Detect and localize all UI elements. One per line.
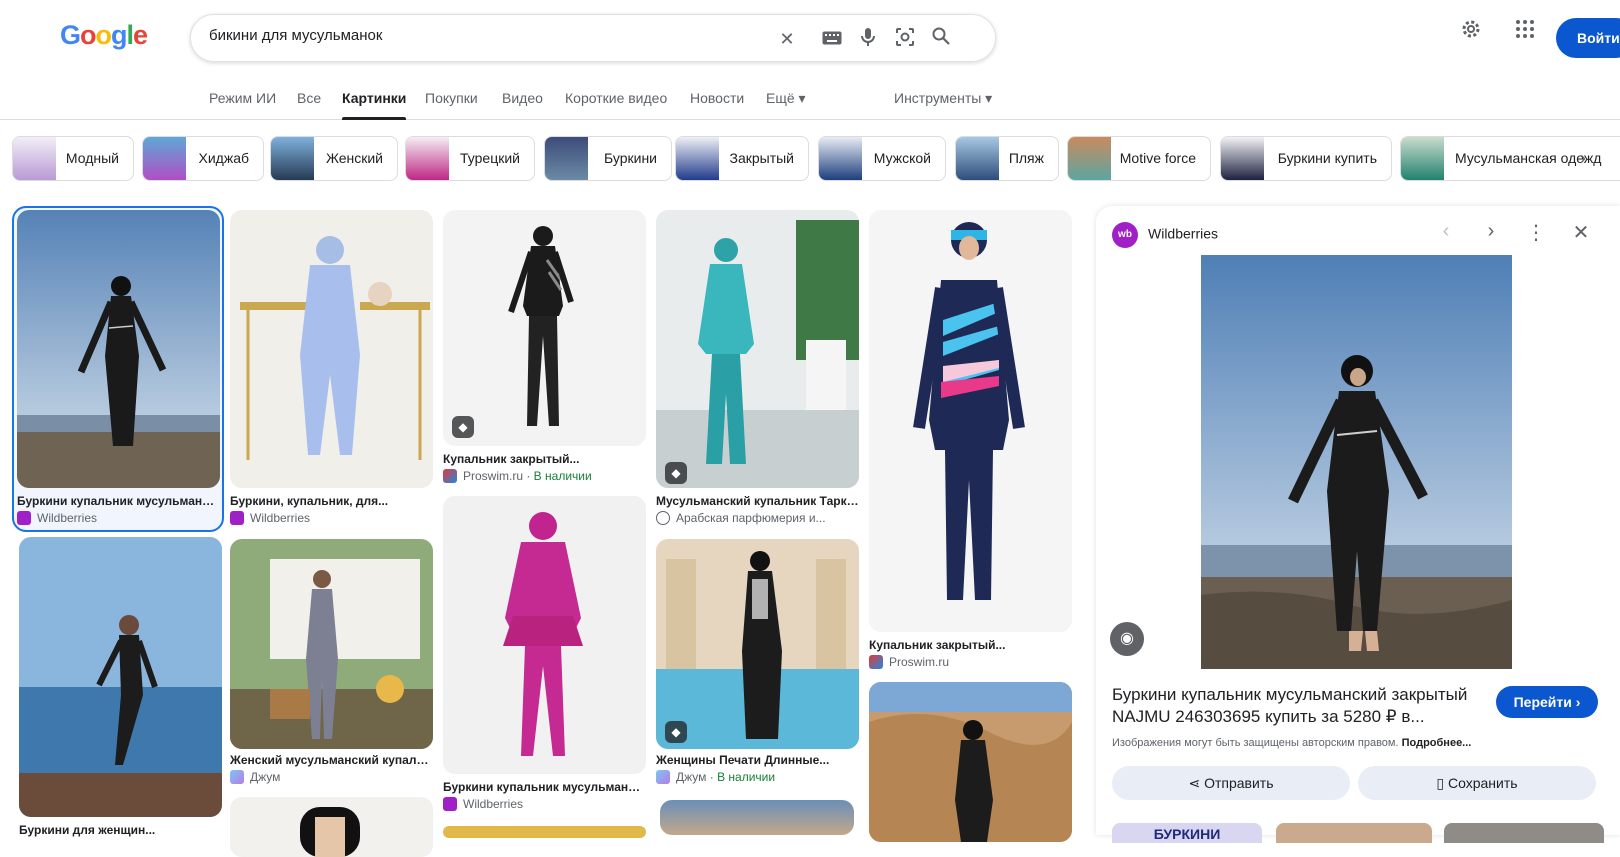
chip-thumbnail <box>143 137 186 180</box>
chip-thumbnail <box>956 137 999 180</box>
joom-favicon <box>656 770 670 784</box>
related-image[interactable] <box>1276 823 1432 843</box>
more-vert-icon[interactable]: ⋮ <box>1524 220 1548 245</box>
product-tag-icon: ◆ <box>665 462 687 484</box>
chip-thumbnail <box>1401 137 1444 180</box>
chip-thumbnail <box>1068 137 1111 180</box>
close-icon[interactable]: ✕ <box>1569 220 1593 245</box>
result-source: Proswim.ru <box>869 655 949 669</box>
next-chevron-icon[interactable]: › <box>1479 220 1503 243</box>
tab-ai-mode[interactable]: Режим ИИ <box>209 90 276 106</box>
chip-burkini-buy[interactable]: Буркини купить <box>1220 136 1392 181</box>
header: Google ✕ Войти Режим ИИ Все Картинки Пок… <box>0 0 1620 120</box>
chip-motive-force[interactable]: Motive force <box>1067 136 1211 181</box>
tab-all[interactable]: Все <box>297 90 321 106</box>
result-image <box>869 682 1072 842</box>
result-source: Wildberries <box>17 511 97 525</box>
chip-thumbnail <box>406 137 449 180</box>
joom-favicon <box>230 770 244 784</box>
chip-muslim-clothing[interactable]: Мусульманская одежд <box>1400 136 1620 181</box>
google-logo[interactable]: Google <box>60 20 148 51</box>
chip-burkini[interactable]: Буркини <box>544 136 672 181</box>
result-image <box>660 800 854 835</box>
related-image[interactable] <box>1444 823 1604 843</box>
clear-icon[interactable]: ✕ <box>775 27 799 51</box>
tab-more[interactable]: Ещё ▾ <box>766 90 806 107</box>
tab-shopping[interactable]: Покупки <box>425 90 478 106</box>
chip-beach[interactable]: Пляж <box>955 136 1059 181</box>
tools-button[interactable]: Инструменты ▾ <box>894 90 992 107</box>
chip-modny[interactable]: Модный <box>12 136 134 181</box>
learn-more-link[interactable]: Подробнее... <box>1402 737 1472 749</box>
settings-icon[interactable] <box>1460 18 1482 45</box>
result-source: Джум · В наличии <box>656 770 775 784</box>
chip-female[interactable]: Женский <box>270 136 398 181</box>
share-icon: ⋖ <box>1188 775 1205 791</box>
visit-button[interactable]: Перейти › <box>1496 686 1598 718</box>
microphone-icon[interactable] <box>856 27 880 51</box>
preview-image[interactable] <box>1201 255 1512 669</box>
result-image <box>869 210 1072 632</box>
keyboard-icon[interactable] <box>820 27 844 51</box>
result-image <box>443 496 646 774</box>
chip-thumbnail <box>819 137 862 180</box>
panel-source[interactable]: wb Wildberries <box>1112 222 1218 248</box>
bookmark-icon: ▯ <box>1436 775 1448 791</box>
result-image <box>443 210 646 446</box>
chip-closed[interactable]: Закрытый <box>675 136 809 181</box>
previous-chevron-icon[interactable]: ‹ <box>1434 220 1458 243</box>
result-image <box>19 537 222 817</box>
chip-hijab[interactable]: Хиджаб <box>142 136 264 181</box>
product-tag-icon: ◆ <box>452 416 474 438</box>
result-image <box>230 539 433 749</box>
chip-thumbnail <box>13 137 56 180</box>
result-source: Wildberries <box>443 797 523 811</box>
tab-short-videos[interactable]: Короткие видео <box>565 90 667 106</box>
chip-thumbnail <box>1221 137 1264 180</box>
lens-icon[interactable] <box>893 27 917 51</box>
proswim-favicon <box>443 469 457 483</box>
result-source: Proswim.ru · В наличии <box>443 469 592 483</box>
chips-next-chevron-icon[interactable]: › <box>1580 148 1586 169</box>
tab-news[interactable]: Новости <box>690 90 744 106</box>
result-image <box>443 826 646 838</box>
result-image <box>656 539 859 749</box>
refinement-chips: Модный Хиджаб Женский Турецкий Буркини З… <box>12 136 1620 182</box>
wildberries-favicon <box>230 511 244 525</box>
tab-images[interactable]: Картинки <box>342 90 407 120</box>
chip-turkish[interactable]: Турецкий <box>405 136 535 181</box>
search-box: ✕ <box>190 14 996 62</box>
result-source: Арабская парфюмерия и... <box>656 511 826 525</box>
arabian-perfume-favicon <box>656 511 670 525</box>
search-input[interactable] <box>209 27 789 44</box>
result-source: Джум <box>230 770 280 784</box>
tab-videos[interactable]: Видео <box>502 90 543 106</box>
proswim-favicon <box>869 655 883 669</box>
result-image <box>230 797 433 857</box>
wildberries-favicon <box>17 511 31 525</box>
sign-in-button[interactable]: Войти <box>1556 18 1620 58</box>
chip-male[interactable]: Мужской <box>818 136 946 181</box>
chip-thumbnail <box>271 137 314 180</box>
preview-title[interactable]: Буркини купальник мусульманский закрытый… <box>1112 684 1482 728</box>
chip-thumbnail <box>676 137 719 180</box>
copyright-notice: Изображения могут быть защищены авторски… <box>1112 737 1472 749</box>
search-icon[interactable] <box>929 27 953 51</box>
chip-thumbnail <box>545 137 588 180</box>
related-image[interactable]: БУРКИНИ <box>1112 823 1262 843</box>
result-source: Wildberries <box>230 511 310 525</box>
result-image <box>17 210 220 488</box>
lens-search-icon[interactable]: ◉ <box>1110 622 1144 656</box>
apps-icon[interactable] <box>1516 20 1534 43</box>
result-image <box>230 210 433 488</box>
result-image <box>656 210 859 488</box>
wildberries-favicon: wb <box>1112 222 1138 248</box>
product-tag-icon: ◆ <box>665 721 687 743</box>
wildberries-favicon <box>443 797 457 811</box>
save-button[interactable]: ▯ Сохранить <box>1358 766 1596 800</box>
share-button[interactable]: ⋖ Отправить <box>1112 766 1350 800</box>
image-preview-panel: wb Wildberries ‹ › ⋮ ✕ ◉ Буркини купальни… <box>1096 206 1620 843</box>
